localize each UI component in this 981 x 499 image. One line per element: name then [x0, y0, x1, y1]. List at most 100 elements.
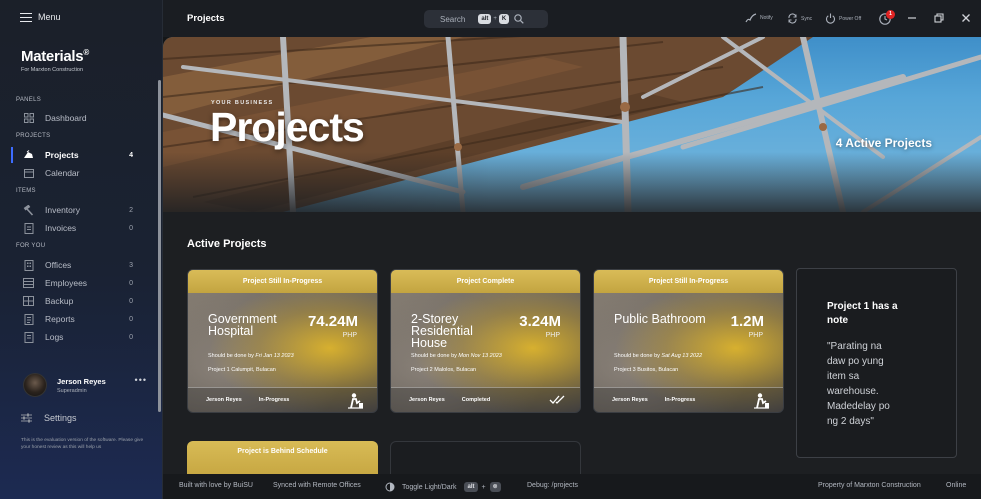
registered-mark: ® — [83, 48, 89, 57]
hero-banner: YOUR BUSINESS Projects 4 Active Projects — [163, 37, 981, 212]
project-status: Completed — [461, 397, 491, 403]
menu-button[interactable]: Menu — [20, 12, 61, 22]
toggle-key-2: ⊗ — [489, 482, 501, 492]
note-body: "Parating na daw po yung item sa warehou… — [827, 341, 890, 427]
card-header: Project Complete — [391, 270, 580, 293]
sidebar-item-count: 0 — [129, 224, 133, 232]
dashboard-icon — [23, 113, 34, 124]
due-date: Fri Jan 13 2023 — [255, 353, 294, 359]
notifications-button[interactable]: 1 — [878, 10, 895, 26]
project-amount: 74.24M — [307, 313, 358, 330]
logs-icon — [23, 331, 34, 343]
due-date: Mon Nov 13 2023 — [458, 353, 502, 359]
project-card-empty[interactable] — [390, 441, 581, 474]
employees-icon — [23, 278, 34, 289]
toggle-plus: + — [481, 483, 486, 491]
user-name: Jerson Reyes — [57, 376, 106, 386]
sliders-icon — [21, 413, 32, 423]
toggle-key-alt: alt — [464, 482, 478, 492]
settings-label: Settings — [44, 413, 77, 423]
sidebar-item-count: 3 — [129, 261, 133, 269]
project-amount: 3.24M — [519, 313, 561, 330]
sidebar-item-label: Invoices — [45, 223, 77, 233]
project-card[interactable]: Project Still In-Progress Public Bathroo… — [593, 269, 784, 413]
project-card[interactable]: Project Complete 2-Storey Residential Ho… — [390, 269, 581, 413]
avatar — [23, 373, 47, 397]
sidebar-item-label: Projects — [45, 150, 79, 160]
sidebar-item-reports[interactable]: Reports 0 — [13, 311, 133, 327]
shortcut-plus: + — [493, 16, 497, 22]
worker-icon — [348, 393, 363, 409]
sidebar-item-projects[interactable]: Projects 4 — [11, 147, 133, 163]
note-title: Project 1 has a note — [827, 301, 898, 326]
section-label-items: ITEMS — [16, 188, 36, 194]
sidebar-item-backup[interactable]: Backup 0 — [13, 293, 133, 309]
sidebar-item-count: 2 — [129, 206, 133, 214]
evaluation-notice: This is the evaluation version of the so… — [21, 438, 144, 450]
sidebar-item-dashboard[interactable]: Dashboard — [13, 110, 133, 126]
shortcut-key-k: K — [498, 14, 510, 24]
project-title: Government Hospital — [208, 312, 277, 338]
sidebar-item-offices[interactable]: Offices 3 — [13, 257, 133, 273]
sidebar-item-label: Inventory — [45, 205, 80, 215]
sidebar-item-employees[interactable]: Employees 0 — [13, 275, 133, 291]
due-date: Sat Aug 13 2022 — [661, 353, 703, 359]
status-bar: Built with love by BuiSU Synced with Rem… — [163, 474, 981, 499]
brand-name: Materials® — [21, 48, 89, 65]
built-with-text: Built with love by BuiSU — [179, 482, 253, 489]
sidebar: Menu Materials® For Marxton Construction… — [0, 0, 163, 499]
reports-icon — [23, 313, 34, 325]
user-role: Superadmin — [57, 387, 87, 394]
restore-icon — [934, 13, 944, 23]
project-currency: PHP — [342, 332, 357, 339]
minimize-button[interactable] — [906, 12, 918, 24]
online-status: Online — [946, 482, 967, 489]
project-status: In-Progress — [664, 397, 696, 403]
sidebar-item-label: Backup — [45, 296, 74, 306]
sync-button[interactable]: Sync — [787, 13, 812, 24]
card-footer: Jerson Reyes Completed — [391, 387, 580, 412]
close-button[interactable] — [960, 12, 972, 24]
search-icon — [514, 14, 524, 24]
top-bar: Projects Search alt + K Notify Sync Powe… — [163, 0, 981, 37]
sidebar-item-invoices[interactable]: Invoices 0 — [13, 220, 133, 236]
card-footer: Jerson Reyes In-Progress — [188, 387, 377, 412]
theme-toggle[interactable]: Toggle Light/Dark alt + ⊗ — [385, 482, 501, 492]
project-status: In-Progress — [258, 397, 290, 403]
project-title: 2-Storey Residential House — [411, 312, 473, 350]
sidebar-scrollbar[interactable] — [158, 80, 161, 412]
debug-path: Debug: /projects — [527, 482, 578, 489]
theme-toggle-icon — [385, 482, 395, 492]
user-profile[interactable]: Jerson Reyes Superadmin ••• — [23, 373, 147, 397]
minimize-icon — [908, 17, 916, 19]
project-currency: PHP — [748, 332, 763, 339]
sidebar-item-label: Dashboard — [45, 113, 87, 123]
close-icon — [962, 14, 970, 22]
calendar-icon — [23, 168, 34, 179]
notify-button[interactable]: Notify — [745, 13, 773, 23]
more-options-icon[interactable]: ••• — [135, 375, 147, 385]
project-due: Should be done by Sat Aug 13 2022 — [614, 353, 703, 359]
restore-button[interactable] — [933, 12, 945, 24]
sync-status: Synced with Remote Offices — [273, 482, 361, 489]
sidebar-item-label: Reports — [45, 314, 75, 324]
wave-icon — [745, 13, 757, 23]
search-bar[interactable]: Search alt + K — [424, 10, 548, 28]
sidebar-item-label: Calendar — [45, 168, 80, 178]
hero-title: Projects — [210, 104, 365, 150]
sidebar-item-inventory[interactable]: Inventory 2 — [13, 202, 133, 218]
brand-subtitle: For Marxton Construction — [21, 67, 84, 73]
project-card-partial[interactable]: Project is Behind Schedule — [187, 441, 378, 474]
sidebar-item-logs[interactable]: Logs 0 — [13, 329, 133, 345]
power-off-button[interactable]: Power Off — [825, 13, 861, 24]
project-card[interactable]: Project Still In-Progress Government Hos… — [187, 269, 378, 413]
settings-button[interactable]: Settings — [21, 413, 77, 423]
shortcut-key-alt: alt — [478, 14, 492, 24]
note-card[interactable]: Project 1 has a note "Parating na daw po… — [796, 268, 957, 458]
card-footer: Jerson Reyes In-Progress — [594, 387, 783, 412]
invoice-icon — [23, 222, 34, 234]
sidebar-item-calendar[interactable]: Calendar — [13, 165, 133, 181]
sync-icon — [788, 13, 797, 24]
project-title: Public Bathroom — [614, 312, 706, 326]
power-icon — [826, 13, 835, 24]
